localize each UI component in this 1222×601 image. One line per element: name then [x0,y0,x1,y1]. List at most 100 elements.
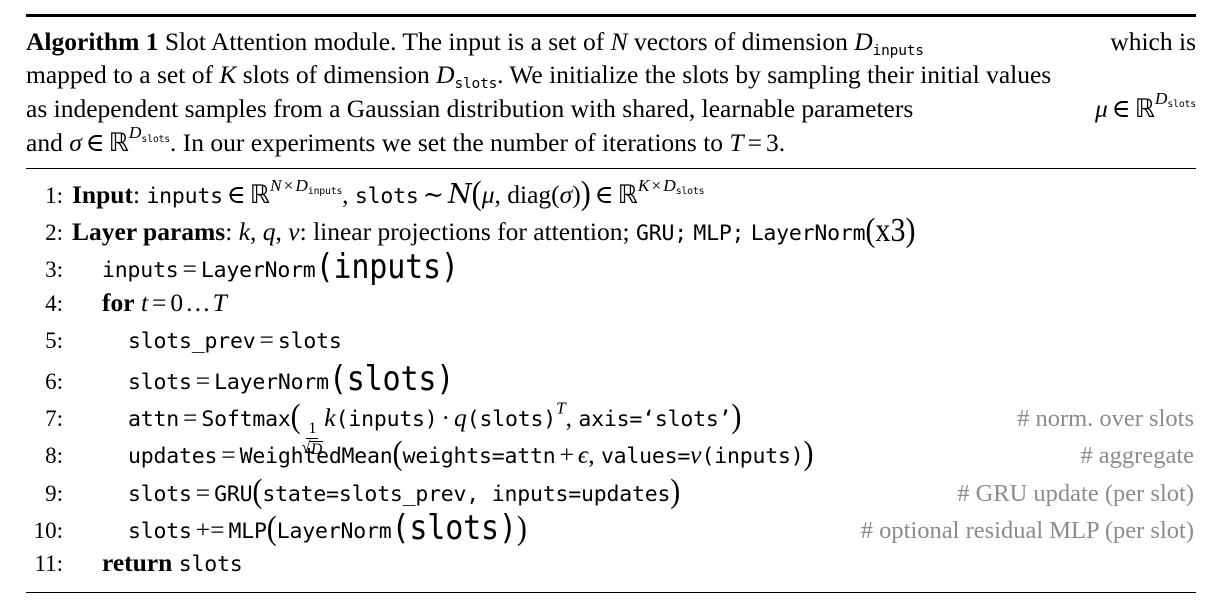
line-number: 6: [45,369,63,394]
caption-seg-2c: . We initialize the slots by sampling th… [497,60,1052,90]
caption-in-symbol-2: ∈ [85,127,105,157]
line-code: inputs = LayerNorm(inputs) [72,248,459,287]
layer-params-text: : linear projections for attention; [299,217,630,247]
paren-open: ( [392,434,403,473]
algorithm-line: 2: Layer params: k, q, v: linear project… [26,211,1196,250]
v-arg-inputs: (inputs) [701,444,804,470]
paren-close: ) [670,471,681,510]
ellipsis: … [185,287,211,317]
line-comment: # GRU update (per slot) [957,479,1194,507]
axis-argument: axis=‘slots’ [578,407,732,433]
caption-var-D-inputs: D [854,27,873,56]
dim-D: D [295,175,308,195]
paren-close: ) [803,434,814,473]
caption-iterations-value: 3. [766,127,786,157]
q-arg-slots: (slots) [466,407,557,433]
module-layernorm: LayerNorm [750,221,866,247]
fn-layernorm: LayerNorm [276,518,392,544]
caption-seg-3a: as independent samples from a Gaussian d… [26,93,914,123]
line-number: 2: [45,220,63,246]
times-symbol: × [283,175,294,195]
token-slots-lhs: slots [128,481,192,507]
caption-seg-4-and: and [26,127,63,157]
fn-mlp: MLP [228,518,267,544]
token-slots-lhs: slots [128,518,192,544]
caption-sub-slots: slots [454,75,498,92]
scale-fraction: 1D [302,420,324,459]
caption-var-N: N [610,27,628,56]
token-slots: slots [354,184,419,210]
fraction-denominator: D [302,439,324,459]
equals-symbol: = [259,324,274,354]
caption-line-1: Algorithm 1 Slot Attention module. The i… [26,25,1196,58]
arg-weights: weights=attn [402,444,556,470]
line-code: Layer params: k, q, v: linear projection… [72,211,916,249]
proj-v: v [288,217,300,247]
fn-layernorm: LayerNorm [200,258,316,284]
caption-seg-1c: which is [1110,27,1196,56]
dim-D-sub-2: slots [675,185,705,197]
line-code: return slots [72,547,243,578]
transpose-symbol: T [556,398,566,418]
token-slots-prev: slots_prev [128,328,256,354]
line-comment: # optional residual MLP (per slot) [860,516,1194,544]
token-slots-lhs: slots [128,370,192,395]
line-code: slots_prev = slots [72,325,342,355]
keyword-return: return [102,547,173,577]
fn-arg: (slots) [328,359,455,400]
algorithm-line: 4: for t = 0…T [26,288,1196,325]
sqrt-radicand-D: D [309,441,324,459]
paren-open: ( [266,508,277,547]
fn-softmax: Softmax [201,407,291,433]
equals-symbol: = [195,477,211,507]
line-number: 8: [45,443,63,469]
equals-symbol: = [152,287,167,317]
dim-D-2: D [663,175,676,195]
caption-sub-inputs: inputs [872,42,924,59]
line-number: 11: [34,550,63,576]
caption-line-2: mapped to a set of K slots of dimension … [26,58,1196,91]
comma-2: , [275,217,282,247]
dim-D-sub: inputs [307,185,343,197]
line-code: Input: inputs ∈ ℝN × Dinputs, slots ∼ N(μ, dia… [72,173,705,213]
algorithm-bottom-rule [26,592,1196,594]
paren-open: ( [290,397,301,436]
caption-reals-symbol-2: ℝ [108,127,129,158]
caption-seg-1a: Slot Attention module. The input is a se… [164,27,605,56]
equals-symbol: = [182,254,197,284]
proj-q: q [262,217,276,247]
algorithm-body: 1: Input: inputs ∈ ℝN × Dinputs, slots ∼ N(μ, … [26,169,1196,585]
module-gru: GRU; [635,221,687,247]
algorithm-line: 5: slots_prev = slots [26,325,1196,362]
caption-line-3: as independent samples from a Gaussian d… [26,90,1196,126]
keyword-layer-params: Layer params [72,217,226,247]
fn-arg: (slots) [391,508,517,548]
equals-symbol: = [195,366,211,395]
arg-values: values= [600,444,691,470]
token-attn: attn [128,407,179,433]
caption-sup-sub-slots-2: slots [141,133,170,145]
line-comment: # norm. over slots [1017,405,1194,433]
token-inputs-lhs: inputs [102,258,179,284]
comma: , [565,403,573,433]
in-symbol-2: ∈ [594,180,614,210]
in-symbol: ∈ [226,180,246,210]
algorithm-line: 8: updates = WeightedMean(weights=attn + ϵ, … [26,434,1196,473]
sqrt-icon: D [302,440,324,459]
dot-product-symbol: · [441,403,451,433]
proj-k: k [238,217,251,247]
token-slots: slots [277,328,342,354]
fn-gru: GRU [214,481,253,507]
caption-seg-2b: slots of dimension [242,60,430,90]
keyword-input: Input [72,180,133,210]
diag-function: diag [507,180,552,210]
caption-sup-sub-slots: slots [1167,99,1196,111]
caption-line-4: and σ ∈ ℝDslots. In our experiments we set… [26,124,1196,160]
algorithm-figure: Algorithm 1 Slot Attention module. The i… [0,0,1222,601]
reals-symbol-2: ℝ [617,180,638,211]
paren-close: ) [516,508,527,547]
epsilon-symbol: ϵ [577,440,589,470]
line-number: 7: [45,406,63,432]
algorithm-line: 7: attn=Softmax(1Dk(inputs)·q(slots)T, a… [26,397,1196,458]
algorithm-caption: Algorithm 1 Slot Attention module. The i… [26,17,1196,162]
